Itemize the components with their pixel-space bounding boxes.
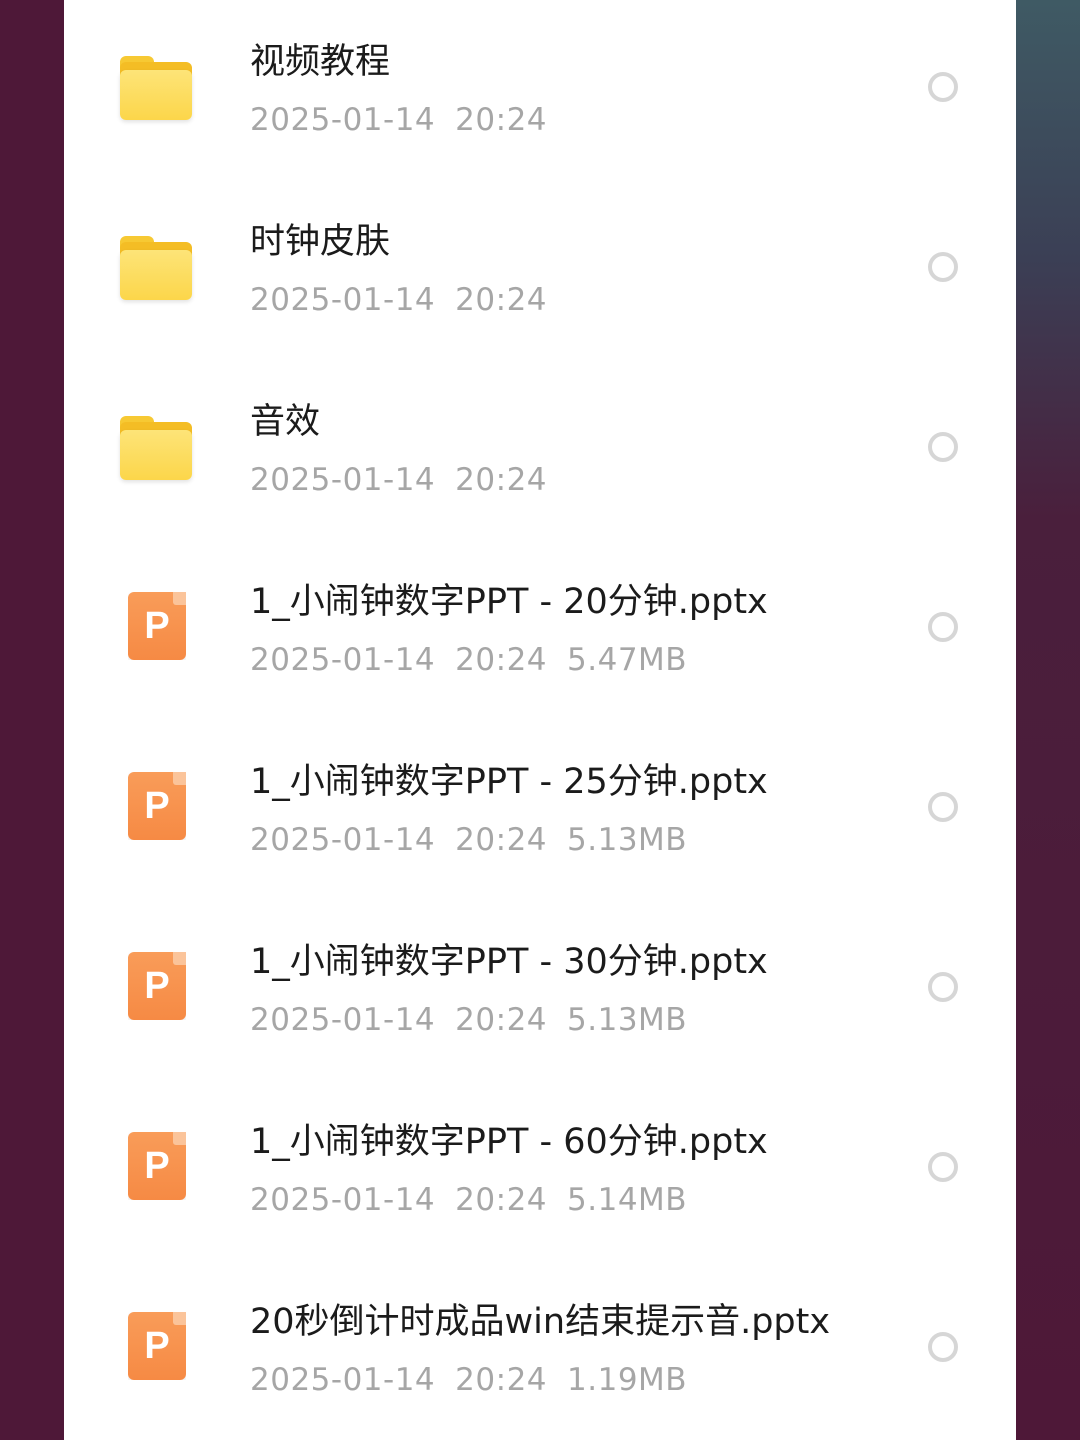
pptx-file-icon: P xyxy=(116,1132,196,1212)
select-checkbox[interactable] xyxy=(928,612,958,642)
file-name: 1_小闹钟数字PPT - 30分钟.pptx xyxy=(250,942,768,982)
pptx-file-icon: P xyxy=(116,952,196,1032)
file-time: 20:24 xyxy=(455,1002,548,1038)
file-date: 2025-01-14 xyxy=(250,1362,436,1398)
file-list-item[interactable]: P 1_小闹钟数字PPT - 20分钟.pptx 2025-01-14 20:24… xyxy=(64,540,1016,720)
file-meta: 2025-01-14 20:24 xyxy=(250,278,547,322)
file-meta: 2025-01-14 20:24 5.13MB xyxy=(250,998,687,1042)
file-meta: 2025-01-14 20:24 xyxy=(250,458,547,502)
file-list-item[interactable]: P 1_小闹钟数字PPT - 60分钟.pptx 2025-01-14 20:24… xyxy=(64,1080,1016,1260)
folder-icon xyxy=(116,232,196,312)
file-list-item[interactable]: 视频教程 2025-01-14 20:24 xyxy=(64,0,1016,180)
file-list-item[interactable]: P 1_小闹钟数字PPT - 25分钟.pptx 2025-01-14 20:24… xyxy=(64,720,1016,900)
file-name: 20秒倒计时成品win结束提示音.pptx xyxy=(250,1302,831,1342)
file-size: 5.47MB xyxy=(567,642,688,678)
pptx-icon-letter: P xyxy=(144,785,170,827)
file-meta: 2025-01-14 20:24 1.19MB xyxy=(250,1358,687,1402)
file-name: 1_小闹钟数字PPT - 20分钟.pptx xyxy=(250,582,768,622)
file-list-item[interactable]: P 20秒倒计时成品win结束提示音.pptx 2025-01-14 20:24 1… xyxy=(64,1260,1016,1440)
file-time: 20:24 xyxy=(455,642,548,678)
file-name: 视频教程 xyxy=(250,42,391,82)
file-size: 5.13MB xyxy=(567,822,688,858)
file-meta: 2025-01-14 20:24 5.47MB xyxy=(250,638,687,682)
file-time: 20:24 xyxy=(455,282,548,318)
file-meta: 2025-01-14 20:24 xyxy=(250,98,547,142)
pptx-file-icon: P xyxy=(116,1312,196,1392)
file-date: 2025-01-14 xyxy=(250,102,436,138)
file-list-item[interactable]: 音效 2025-01-14 20:24 xyxy=(64,360,1016,540)
file-meta: 2025-01-14 20:24 5.14MB xyxy=(250,1178,687,1222)
select-checkbox[interactable] xyxy=(928,1332,958,1362)
file-meta: 2025-01-14 20:24 5.13MB xyxy=(250,818,687,862)
file-name: 1_小闹钟数字PPT - 60分钟.pptx xyxy=(250,1122,768,1162)
select-checkbox[interactable] xyxy=(928,72,958,102)
file-date: 2025-01-14 xyxy=(250,282,436,318)
file-size: 5.13MB xyxy=(567,1002,688,1038)
select-checkbox[interactable] xyxy=(928,792,958,822)
file-date: 2025-01-14 xyxy=(250,1002,436,1038)
file-list-item[interactable]: P 1_小闹钟数字PPT - 30分钟.pptx 2025-01-14 20:24… xyxy=(64,900,1016,1080)
file-date: 2025-01-14 xyxy=(250,462,436,498)
file-time: 20:24 xyxy=(455,462,548,498)
pptx-icon-letter: P xyxy=(144,605,170,647)
file-date: 2025-01-14 xyxy=(250,1182,436,1218)
select-checkbox[interactable] xyxy=(928,432,958,462)
file-size: 5.14MB xyxy=(567,1182,688,1218)
file-time: 20:24 xyxy=(455,822,548,858)
select-checkbox[interactable] xyxy=(928,252,958,282)
select-checkbox[interactable] xyxy=(928,1152,958,1182)
pptx-icon-letter: P xyxy=(144,965,170,1007)
folder-icon xyxy=(116,52,196,132)
file-list-panel: 视频教程 2025-01-14 20:24 时钟皮肤 2025-01-14 20:2… xyxy=(64,0,1016,1440)
file-name: 1_小闹钟数字PPT - 25分钟.pptx xyxy=(250,762,768,802)
pptx-file-icon: P xyxy=(116,772,196,852)
folder-icon xyxy=(116,412,196,492)
file-date: 2025-01-14 xyxy=(250,822,436,858)
select-checkbox[interactable] xyxy=(928,972,958,1002)
pptx-icon-letter: P xyxy=(144,1325,170,1367)
pptx-file-icon: P xyxy=(116,592,196,672)
file-name: 音效 xyxy=(250,402,321,442)
file-list-item[interactable]: 时钟皮肤 2025-01-14 20:24 xyxy=(64,180,1016,360)
file-time: 20:24 xyxy=(455,102,548,138)
file-size: 1.19MB xyxy=(567,1362,688,1398)
file-name: 时钟皮肤 xyxy=(250,222,391,262)
pptx-icon-letter: P xyxy=(144,1145,170,1187)
background-edge xyxy=(1016,0,1080,1440)
file-time: 20:24 xyxy=(455,1182,548,1218)
file-date: 2025-01-14 xyxy=(250,642,436,678)
file-time: 20:24 xyxy=(455,1362,548,1398)
